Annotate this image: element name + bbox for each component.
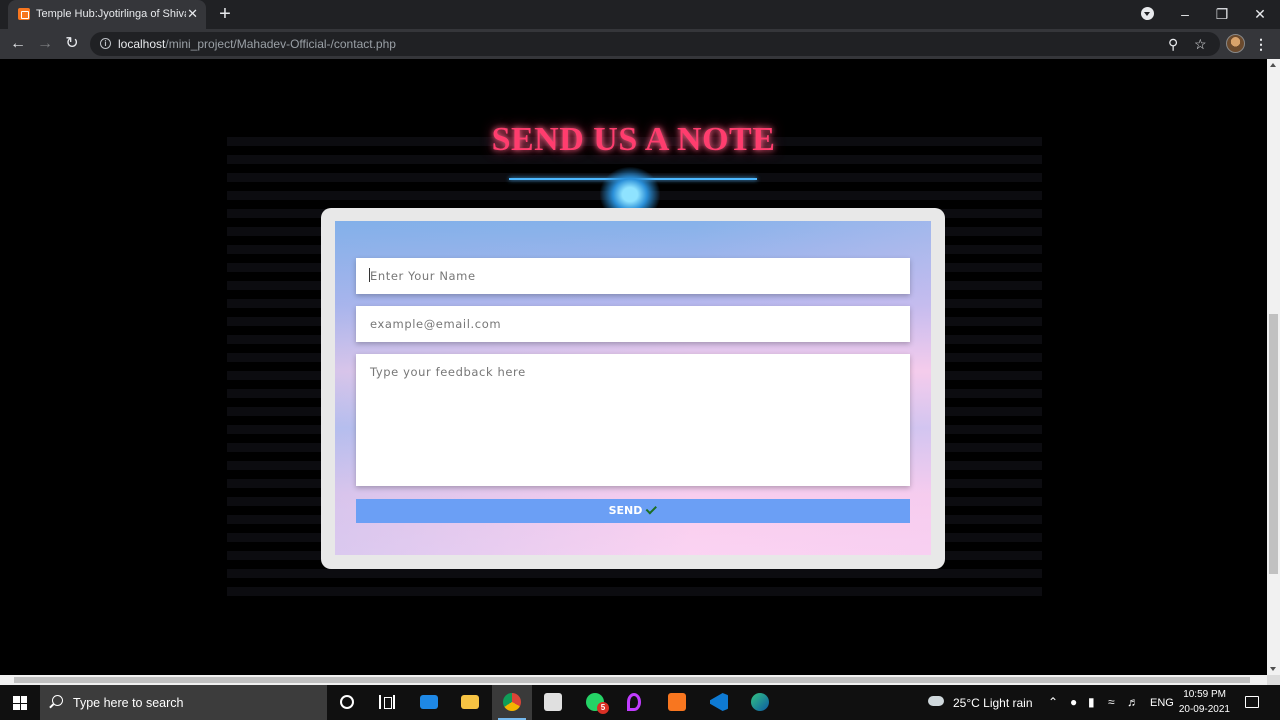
feedback-placeholder: Type your feedback here xyxy=(370,365,526,379)
tab-search-icon[interactable] xyxy=(1141,7,1154,20)
horizontal-scroll-thumb[interactable] xyxy=(14,677,1250,683)
send-button[interactable]: SEND xyxy=(356,499,910,523)
vertical-scroll-thumb[interactable] xyxy=(1269,314,1278,574)
volume-icon[interactable]: ♬ xyxy=(1127,695,1139,709)
edge-icon xyxy=(751,693,769,711)
new-tab-button[interactable]: + xyxy=(216,4,234,24)
picsart-icon xyxy=(627,693,641,711)
browser-menu-icon[interactable]: ⋮ xyxy=(1254,34,1268,54)
mail-icon xyxy=(420,695,438,709)
browser-toolbar: ← → ↻ i localhost/mini_project/Mahadev-O… xyxy=(0,29,1280,59)
contact-form: Enter Your Name example@email.com Type y… xyxy=(335,221,931,555)
vscode-app-button[interactable] xyxy=(699,685,739,720)
store-icon xyxy=(544,693,562,711)
notification-badge: 5 xyxy=(597,702,609,714)
name-placeholder: Enter Your Name xyxy=(370,269,476,283)
profile-avatar[interactable] xyxy=(1226,34,1245,53)
site-info-icon[interactable]: i xyxy=(100,38,111,49)
windows-logo-icon xyxy=(13,696,27,710)
cortana-button[interactable] xyxy=(327,685,367,720)
task-view-button[interactable] xyxy=(367,685,407,720)
page-title: SEND US A NOTE xyxy=(491,121,776,158)
taskbar-search-placeholder: Type here to search xyxy=(73,696,184,710)
whatsapp-app-button[interactable]: 5 xyxy=(575,685,615,720)
url-text: localhost/mini_project/Mahadev-Official-… xyxy=(118,37,396,51)
feedback-textarea[interactable]: Type your feedback here xyxy=(356,354,910,486)
show-hidden-icons-chevron-up-icon[interactable]: ⌃ xyxy=(1048,695,1058,709)
weather-cloud-icon[interactable] xyxy=(928,696,944,706)
reload-icon[interactable]: ↻ xyxy=(62,34,82,54)
horizontal-scrollbar[interactable] xyxy=(0,675,1267,685)
restore-button[interactable]: ❐ xyxy=(1207,4,1237,24)
email-placeholder: example@email.com xyxy=(370,317,502,331)
zoom-icon[interactable]: ⚲ xyxy=(1168,35,1178,53)
scroll-up-arrow-icon[interactable] xyxy=(1270,63,1276,67)
url-path: /mini_project/Mahadev-Official-/contact.… xyxy=(165,37,396,51)
vscode-icon xyxy=(710,693,728,711)
task-view-icon xyxy=(379,695,395,709)
chrome-icon xyxy=(503,693,521,711)
folder-icon xyxy=(461,695,479,709)
contact-form-card: Enter Your Name example@email.com Type y… xyxy=(321,208,945,569)
search-icon xyxy=(52,695,63,706)
battery-icon[interactable]: ▮ xyxy=(1088,695,1095,709)
picsart-app-button[interactable] xyxy=(616,685,656,720)
browser-tab[interactable]: Temple Hub:Jyotirlinga of Shiva ✕ xyxy=(8,0,206,29)
tab-close-icon[interactable]: ✕ xyxy=(187,6,198,22)
forward-arrow-icon[interactable]: → xyxy=(35,34,55,54)
language-indicator[interactable]: ENG xyxy=(1150,697,1174,709)
xampp-app-button[interactable] xyxy=(657,685,697,720)
weather-text[interactable]: 25°C Light rain xyxy=(953,696,1033,710)
file-explorer-button[interactable] xyxy=(450,685,490,720)
browser-tab-bar: Temple Hub:Jyotirlinga of Shiva ✕ + – ❐ … xyxy=(0,0,1280,29)
cortana-icon xyxy=(340,695,354,709)
close-window-button[interactable]: ✕ xyxy=(1245,4,1275,24)
name-input[interactable]: Enter Your Name xyxy=(356,258,910,294)
back-arrow-icon[interactable]: ← xyxy=(8,34,28,54)
tab-title: Temple Hub:Jyotirlinga of Shiva xyxy=(36,8,186,20)
clock-date[interactable]: 20-09-2021 xyxy=(1172,704,1230,715)
minimize-button[interactable]: – xyxy=(1170,4,1200,24)
taskbar-search-box[interactable]: Type here to search xyxy=(40,685,327,720)
vertical-scrollbar[interactable] xyxy=(1267,59,1280,675)
microphone-icon[interactable]: ● xyxy=(1070,695,1077,709)
start-button[interactable] xyxy=(0,685,40,720)
bookmark-star-icon[interactable]: ☆ xyxy=(1194,35,1207,53)
page-viewport: SEND US A NOTE Enter Your Name example@e… xyxy=(0,59,1267,675)
mail-app-button[interactable] xyxy=(409,685,449,720)
address-bar[interactable]: i localhost/mini_project/Mahadev-Officia… xyxy=(90,32,1220,56)
xampp-favicon-icon xyxy=(18,8,30,20)
clock-time[interactable]: 10:59 PM xyxy=(1176,689,1226,700)
notifications-icon[interactable] xyxy=(1245,696,1259,708)
wifi-icon[interactable]: ≈ xyxy=(1108,695,1115,709)
chrome-app-button[interactable] xyxy=(492,685,532,720)
scrollbar-corner xyxy=(1267,675,1280,685)
store-app-button[interactable] xyxy=(533,685,573,720)
windows-taskbar: Type here to search 5 25°C Light rain ⌃ … xyxy=(0,685,1280,720)
scroll-down-arrow-icon[interactable] xyxy=(1270,667,1276,671)
edge-app-button[interactable] xyxy=(740,685,780,720)
send-button-label: SEND xyxy=(608,504,643,517)
email-input[interactable]: example@email.com xyxy=(356,306,910,342)
checkmark-icon xyxy=(646,503,658,515)
url-host: localhost xyxy=(118,37,166,51)
xampp-icon xyxy=(668,693,686,711)
